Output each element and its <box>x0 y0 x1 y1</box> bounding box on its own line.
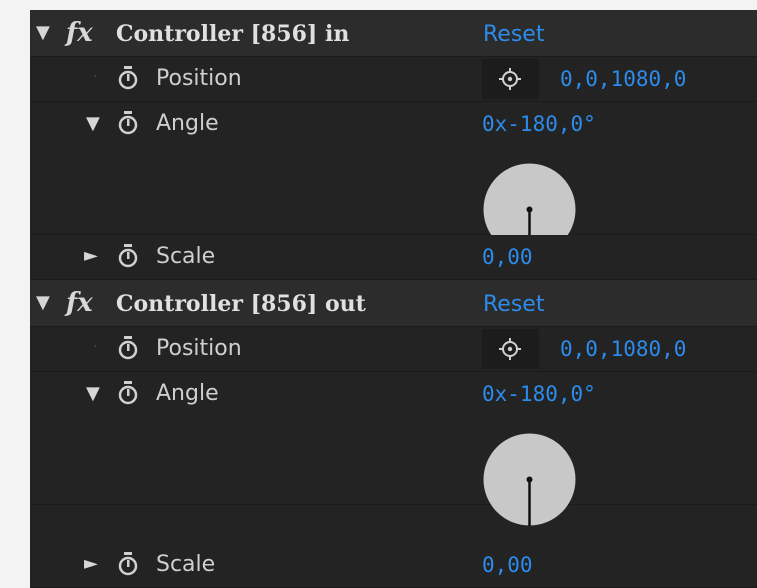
property-row-angle: ▼ Angle 0x-180,0° <box>30 102 757 256</box>
position-value[interactable]: 0,0,1080,0 <box>560 69 686 90</box>
twirl-open-icon[interactable]: ▼ <box>86 385 100 403</box>
fx-icon[interactable]: fx <box>66 20 93 46</box>
effect-name: Controller [856] out <box>116 291 366 317</box>
twirl-closed-icon[interactable]: ► <box>84 555 98 573</box>
property-label: Position <box>156 66 242 91</box>
effect-controls-panel: ▼ fx Controller [856] in Reset · Positio… <box>30 10 757 588</box>
crosshair-icon <box>499 338 521 360</box>
stopwatch-icon[interactable] <box>118 244 138 268</box>
stopwatch-icon[interactable] <box>118 336 138 360</box>
effect-name: Controller [856] in <box>116 21 350 47</box>
angle-value[interactable]: 0x-180,0° <box>482 114 596 135</box>
reset-button[interactable]: Reset <box>483 24 544 46</box>
twirl-closed-icon[interactable]: ► <box>84 247 98 265</box>
property-label: Angle <box>156 111 219 136</box>
stopwatch-icon[interactable] <box>118 381 138 405</box>
property-row-angle: ▼ Angle 0x-180,0° <box>30 372 757 526</box>
twirl-open-icon[interactable]: ▼ <box>86 115 100 133</box>
indent-dot: · <box>93 339 98 355</box>
property-label: Position <box>156 336 242 361</box>
property-label: Scale <box>156 244 216 269</box>
property-row-scale: ► Scale 0,00 <box>30 235 757 280</box>
scale-value[interactable]: 0,00 <box>482 247 533 268</box>
twirl-open-icon[interactable]: ▼ <box>36 294 50 312</box>
twirl-open-icon[interactable]: ▼ <box>36 24 50 42</box>
angle-value[interactable]: 0x-180,0° <box>482 384 596 405</box>
fx-icon[interactable]: fx <box>66 290 93 316</box>
stopwatch-icon[interactable] <box>118 66 138 90</box>
stopwatch-icon[interactable] <box>118 111 138 135</box>
property-row-scale: ► Scale 0,00 <box>30 543 757 588</box>
indent-dot: · <box>93 69 98 85</box>
stopwatch-icon[interactable] <box>118 552 138 576</box>
property-label: Scale <box>156 552 216 577</box>
reset-button[interactable]: Reset <box>483 294 544 316</box>
crosshair-button[interactable] <box>482 329 539 369</box>
crosshair-button[interactable] <box>482 59 539 99</box>
crosshair-icon <box>499 68 521 90</box>
effect-header-out[interactable]: ▼ fx Controller [856] out Reset <box>30 280 757 327</box>
effect-header-in[interactable]: ▼ fx Controller [856] in Reset <box>30 10 757 57</box>
property-label: Angle <box>156 381 219 406</box>
position-value[interactable]: 0,0,1080,0 <box>560 339 686 360</box>
property-row-position: · Position 0,0,1080,0 <box>30 327 757 372</box>
angle-dial[interactable] <box>483 433 576 526</box>
scale-value[interactable]: 0,00 <box>482 555 533 576</box>
property-row-position: · Position 0,0,1080,0 <box>30 57 757 102</box>
